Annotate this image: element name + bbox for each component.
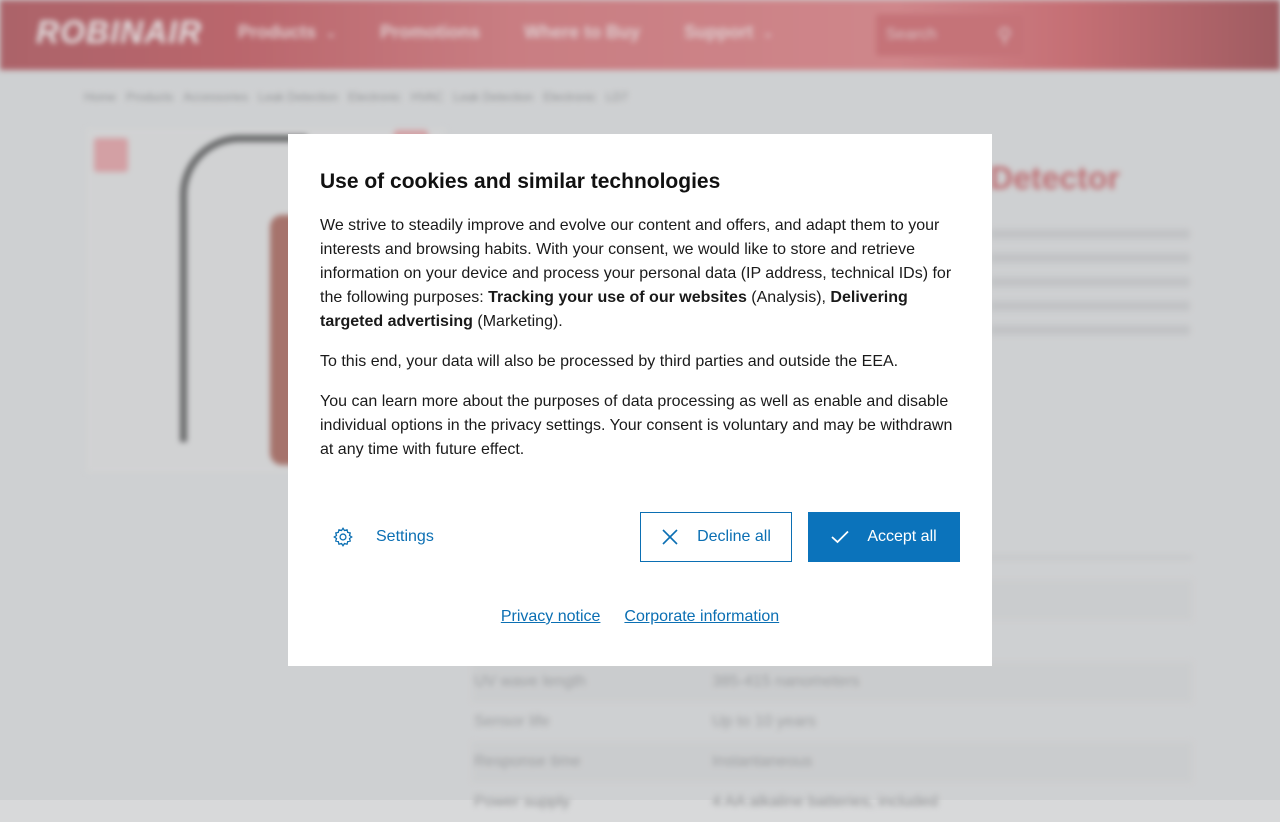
gear-icon <box>333 527 353 547</box>
accept-label: Accept all <box>867 528 937 545</box>
dialog-actions: Settings Decline all Accept all <box>320 512 960 562</box>
settings-button[interactable]: Settings <box>332 512 434 562</box>
accept-all-button[interactable]: Accept all <box>808 512 960 562</box>
checkmark-icon <box>831 530 849 544</box>
dialog-title: Use of cookies and similar technologies <box>320 170 721 193</box>
cookie-consent-dialog: Use of cookies and similar technologies … <box>288 134 992 666</box>
decline-all-button[interactable]: Decline all <box>640 512 792 562</box>
privacy-notice-link[interactable]: Privacy notice <box>501 608 601 626</box>
settings-label: Settings <box>376 528 434 545</box>
decline-label: Decline all <box>697 528 771 545</box>
close-icon <box>662 529 678 545</box>
corporate-information-link[interactable]: Corporate information <box>624 608 779 626</box>
consent-paragraph-settings-info: You can learn more about the purposes of… <box>320 393 953 458</box>
purpose-analysis: Tracking your use of our websites <box>488 289 747 306</box>
text-fragment: (Marketing). <box>472 313 563 330</box>
text-fragment: (Analysis), <box>746 289 831 306</box>
consent-paragraph-purposes: We strive to steadily improve and evolve… <box>320 214 960 334</box>
dialog-links: Privacy notice Corporate information <box>288 608 992 626</box>
consent-paragraph-third-parties: To this end, your data will also be proc… <box>320 353 899 370</box>
